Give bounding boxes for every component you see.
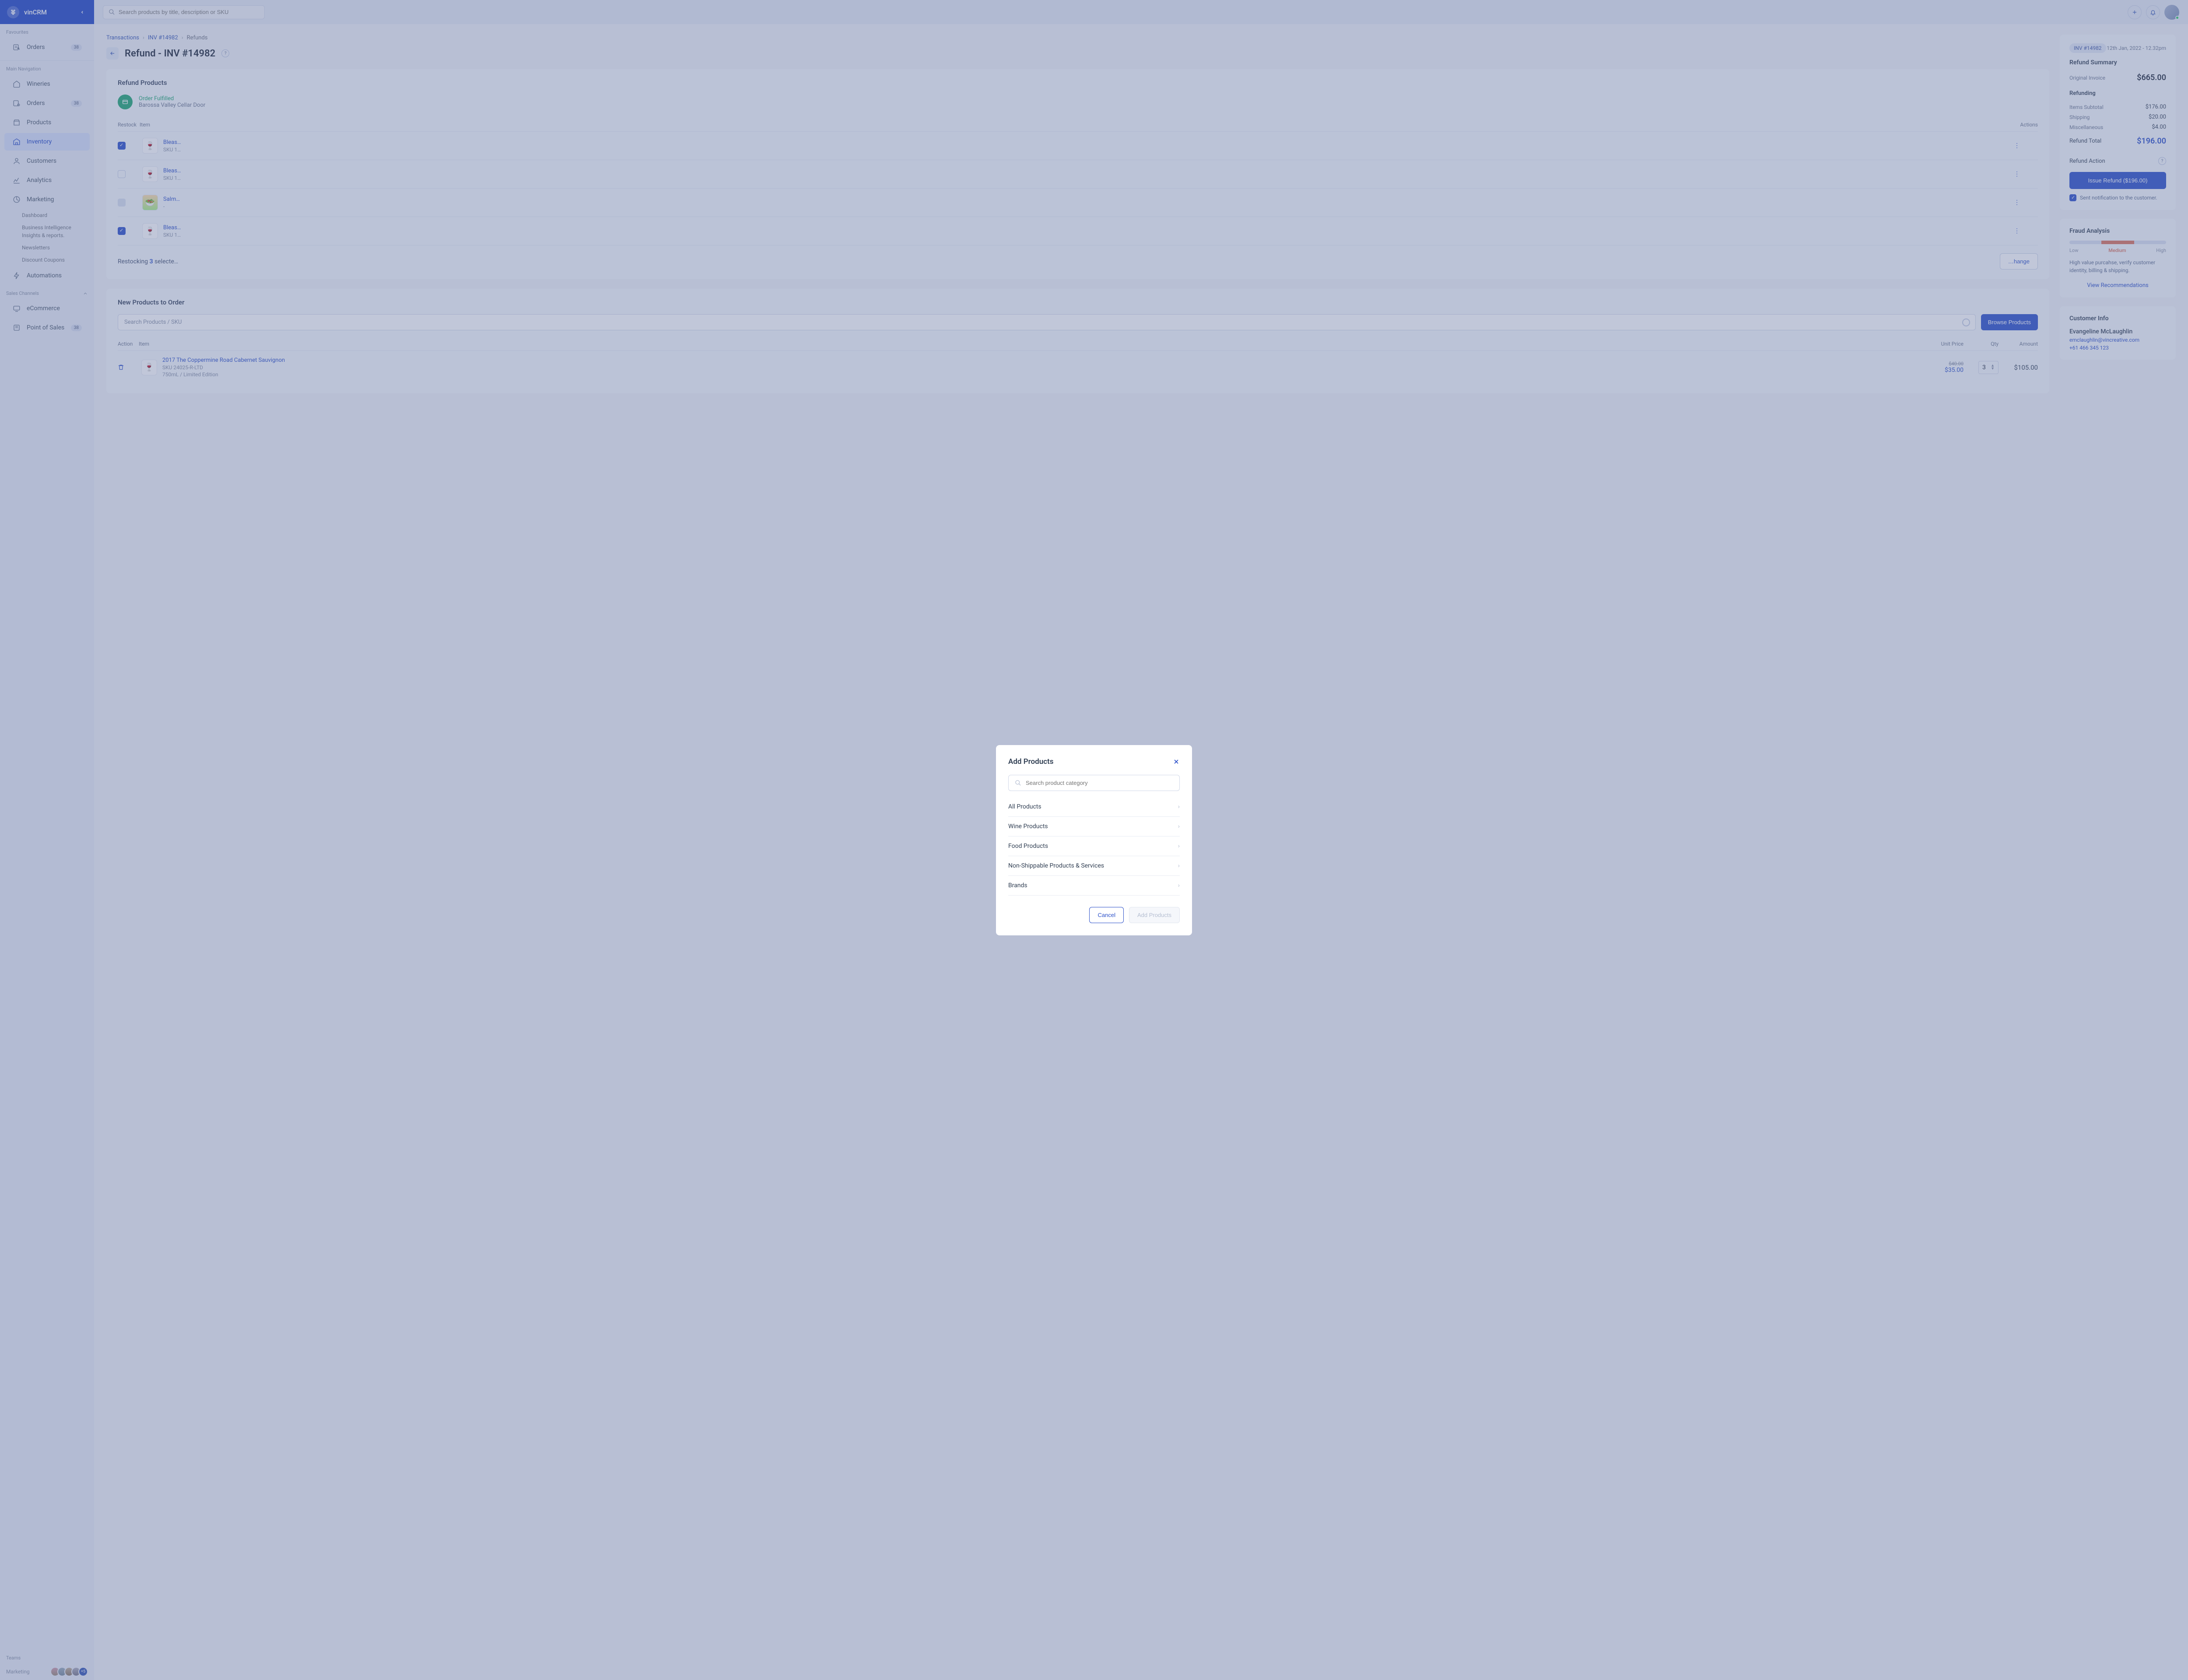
category-non-shippable[interactable]: Non-Shippable Products & Services› [1008,856,1180,876]
chevron-right-icon: › [1178,843,1180,850]
category-food-products[interactable]: Food Products› [1008,836,1180,856]
close-button[interactable] [1173,758,1180,765]
chevron-right-icon: › [1178,803,1180,810]
close-icon [1173,758,1180,765]
add-products-button[interactable]: Add Products [1129,907,1180,923]
search-icon [1015,780,1021,786]
cancel-button[interactable]: Cancel [1089,907,1123,923]
chevron-right-icon: › [1178,823,1180,830]
chevron-right-icon: › [1178,862,1180,869]
add-products-modal: Add Products All Products› Wine Products… [996,745,1192,935]
modal-overlay[interactable]: Add Products All Products› Wine Products… [0,0,2188,1680]
chevron-right-icon: › [1178,882,1180,889]
category-all-products[interactable]: All Products› [1008,797,1180,817]
category-brands[interactable]: Brands› [1008,876,1180,896]
modal-search[interactable] [1008,775,1180,791]
modal-search-input[interactable] [1026,780,1173,786]
modal-title: Add Products [1008,757,1054,766]
category-wine-products[interactable]: Wine Products› [1008,817,1180,836]
